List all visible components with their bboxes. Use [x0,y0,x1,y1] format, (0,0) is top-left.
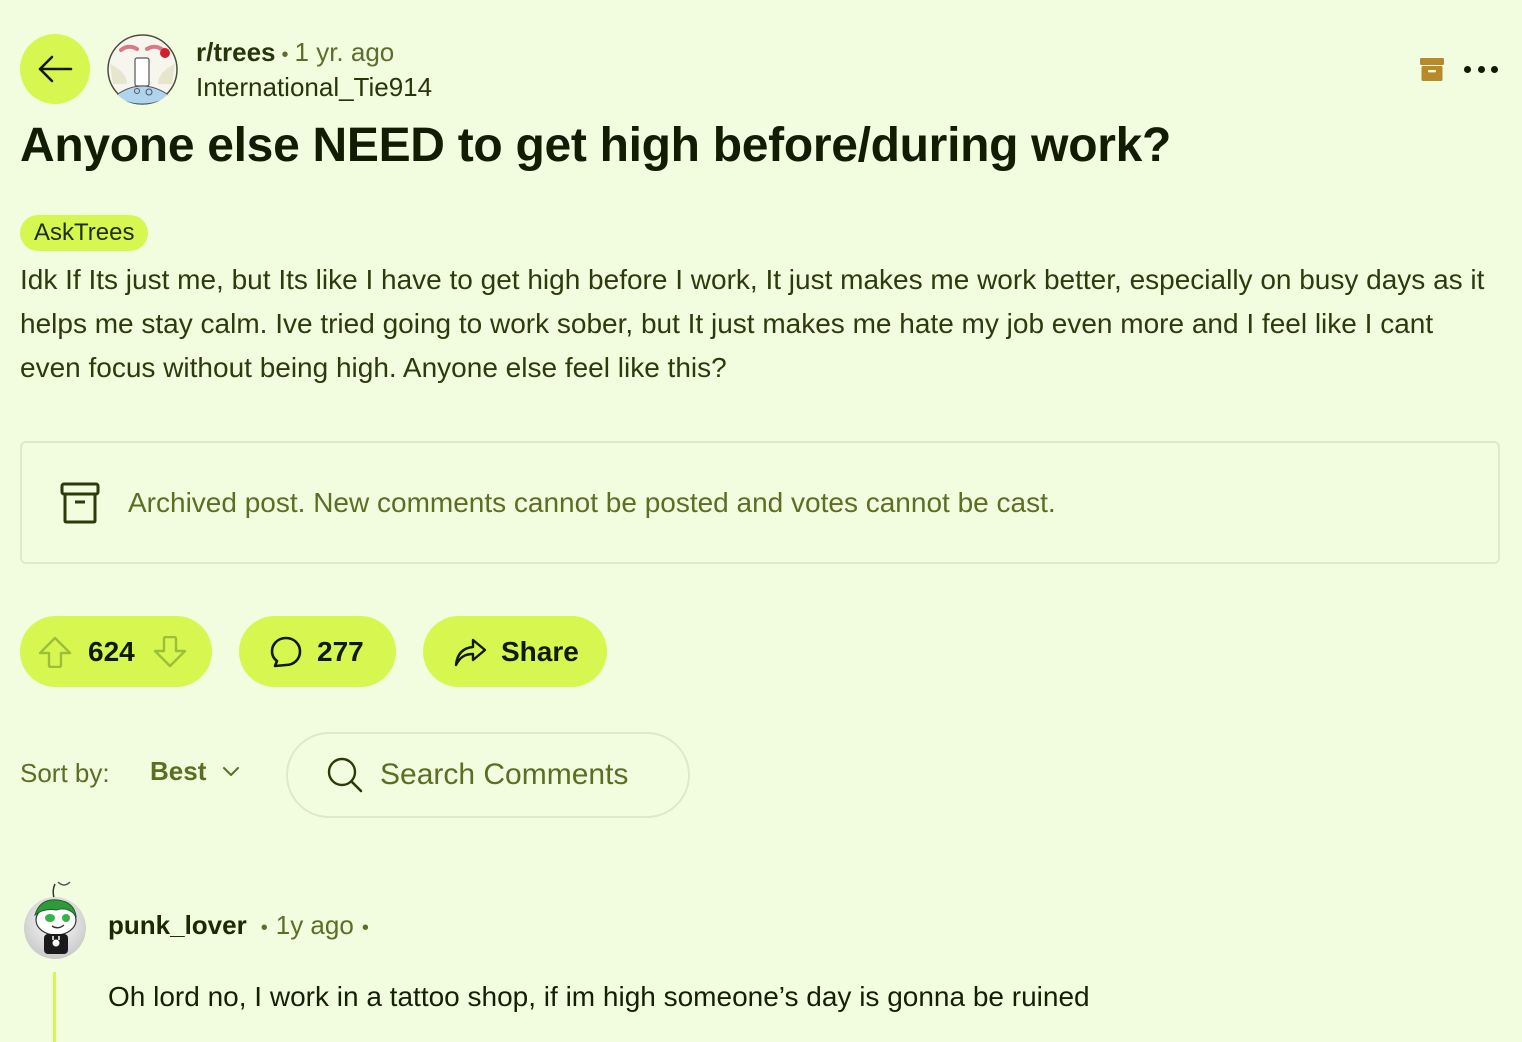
archived-notice: Archived post. New comments cannot be po… [20,441,1500,564]
post-meta: r/trees • 1 yr. ago [196,36,394,71]
arrow-up-icon[interactable] [38,636,72,668]
archive-box-icon [60,482,100,523]
post-time: 1 yr. ago [294,37,395,67]
sort-dropdown[interactable]: Best [150,756,240,787]
archived-notice-text: Archived post. New comments cannot be po… [128,486,1056,518]
comment-thread-line[interactable] [53,972,56,1042]
comment-meta: punk_lover • 1y ago • [108,908,369,945]
speech-bubble-icon [270,636,302,667]
post-title: Anyone else NEED to get high before/duri… [20,119,1172,172]
share-arrow-icon [454,638,487,666]
archive-status-button[interactable] [1420,56,1444,82]
search-icon [327,757,363,793]
comment-author[interactable]: punk_lover [108,910,247,940]
more-dot [1491,65,1498,73]
comment-count: 277 [317,635,364,667]
comment-body: Oh lord no, I work in a tattoo shop, if … [108,981,1090,1012]
more-dot [1477,65,1485,73]
sort-value: Best [150,756,207,786]
search-comments-field[interactable] [286,732,690,818]
separator: • [361,917,369,939]
chevron-down-icon [223,766,240,776]
vote-control: 624 [20,616,212,687]
search-comments-input[interactable] [380,758,680,792]
subreddit-avatar[interactable] [107,34,178,105]
subreddit-link[interactable]: r/trees [196,37,276,67]
share-button[interactable]: Share [423,616,607,687]
comments-button[interactable]: 277 [239,616,396,687]
comment-author-avatar[interactable] [22,880,88,960]
share-label: Share [501,635,579,667]
arrow-down-icon[interactable] [153,635,187,668]
archive-box-icon [1420,58,1444,81]
vote-score: 624 [88,635,135,667]
separator: • [260,917,268,939]
more-horizontal-icon [1464,65,1471,73]
post-page: r/trees • 1 yr. ago International_Tie914 A… [0,0,1522,1042]
post-body: Idk If Its just me, but Its like I have … [20,264,1485,383]
back-button[interactable] [20,34,90,104]
separator: • [281,44,289,66]
arrow-left-icon [38,55,73,83]
sort-label: Sort by: [20,758,110,788]
comment-time: 1y ago [275,910,354,940]
author-link[interactable]: International_Tie914 [196,71,432,103]
more-options-button[interactable] [1464,56,1498,82]
post-flair[interactable]: AskTrees [20,215,149,251]
